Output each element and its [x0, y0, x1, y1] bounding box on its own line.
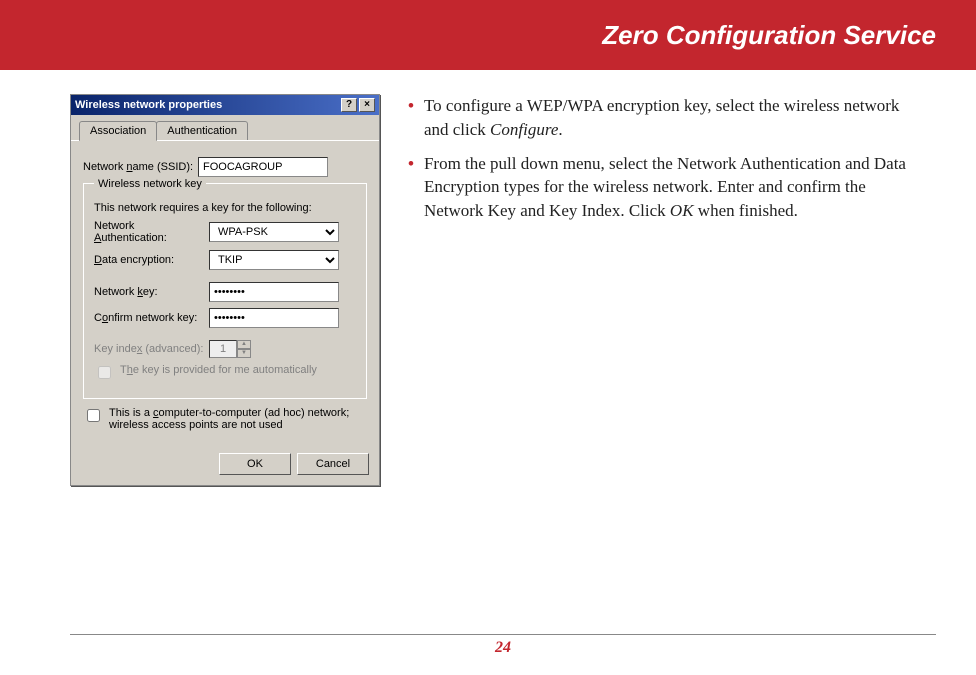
auth-label: Network Authentication:	[94, 220, 209, 244]
tab-association[interactable]: Association	[79, 121, 157, 141]
stepper-up-icon: ▲	[237, 340, 251, 349]
adhoc-label: This is a computer-to-computer (ad hoc) …	[109, 407, 367, 431]
page-title: Zero Configuration Service	[602, 20, 936, 51]
confirm-key-label: Confirm network key:	[94, 312, 209, 324]
tab-authentication[interactable]: Authentication	[156, 121, 248, 140]
dialog-screenshot: Wireless network properties ? × Associat…	[70, 94, 390, 486]
group-description: This network requires a key for the foll…	[94, 202, 356, 214]
dialog-body: Network name (SSID): Wireless network ke…	[71, 141, 379, 447]
bullet-icon: •	[408, 152, 414, 223]
header-banner: Zero Configuration Service	[0, 0, 976, 70]
data-encryption-select[interactable]: TKIP	[209, 250, 339, 270]
close-icon[interactable]: ×	[359, 98, 375, 112]
wireless-properties-dialog: Wireless network properties ? × Associat…	[70, 94, 380, 486]
instruction-text: • To configure a WEP/WPA encryption key,…	[408, 94, 946, 486]
bullet-item: • To configure a WEP/WPA encryption key,…	[408, 94, 906, 142]
ok-button[interactable]: OK	[219, 453, 291, 475]
cancel-button[interactable]: Cancel	[297, 453, 369, 475]
auto-key-checkbox	[98, 366, 111, 379]
dialog-title: Wireless network properties	[75, 99, 222, 111]
help-icon[interactable]: ?	[341, 98, 357, 112]
auto-key-label: The key is provided for me automatically	[120, 364, 317, 376]
group-legend: Wireless network key	[94, 178, 206, 190]
encryption-label: Data encryption:	[94, 254, 209, 266]
ssid-input[interactable]	[198, 157, 328, 177]
key-index-stepper: ▲▼	[209, 340, 251, 358]
key-index-label: Key index (advanced):	[94, 343, 209, 355]
ssid-label: Network name (SSID):	[83, 161, 198, 173]
stepper-down-icon: ▼	[237, 349, 251, 358]
network-key-input[interactable]	[209, 282, 339, 302]
page-number: 24	[495, 639, 511, 656]
tab-strip: Association Authentication	[71, 115, 379, 141]
dialog-titlebar: Wireless network properties ? ×	[71, 95, 379, 115]
wireless-key-group: Wireless network key This network requir…	[83, 183, 367, 399]
page-footer: 24	[70, 634, 936, 657]
network-key-label: Network key:	[94, 286, 209, 298]
bullet-item: • From the pull down menu, select the Ne…	[408, 152, 906, 223]
content-area: Wireless network properties ? × Associat…	[0, 70, 976, 486]
bullet-icon: •	[408, 94, 414, 142]
confirm-key-input[interactable]	[209, 308, 339, 328]
key-index-input	[209, 340, 237, 358]
adhoc-checkbox[interactable]	[87, 409, 100, 422]
network-authentication-select[interactable]: WPA-PSK	[209, 222, 339, 242]
